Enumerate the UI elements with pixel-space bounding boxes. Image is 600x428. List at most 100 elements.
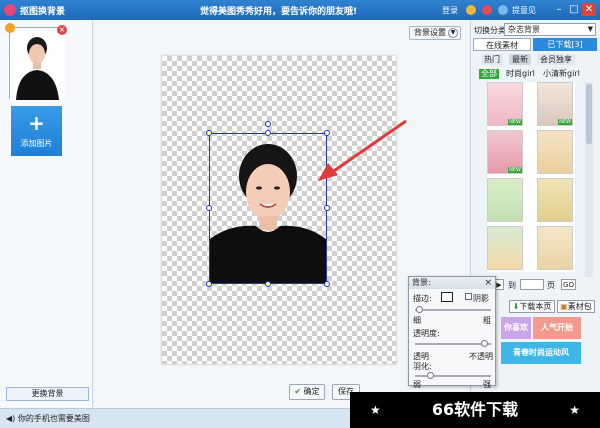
material-pack-button[interactable]: ▣素材包 (557, 300, 595, 313)
minimize-button[interactable]: – (552, 3, 566, 16)
promo-banner-1[interactable]: 你喜欢吧 (501, 317, 531, 354)
material-tile[interactable] (537, 178, 573, 222)
category-value: 杂志背景 (508, 25, 540, 34)
settings-gear-icon[interactable] (482, 5, 492, 15)
shadow-label: 阴影 (473, 294, 489, 303)
page-number-input[interactable] (520, 279, 544, 290)
border-color-swatch[interactable] (441, 292, 453, 302)
resize-handle-left[interactable] (206, 205, 212, 211)
panel-header: 背景: × (409, 277, 495, 289)
status-message-text: 你的手机也需要美图 (17, 414, 90, 423)
background-settings-label: 背景设置 (414, 28, 446, 37)
opacity-knob[interactable] (481, 340, 488, 347)
tab-online-label: 在线素材 (486, 41, 518, 50)
chevron-down-icon: ▼ (587, 25, 593, 33)
thin-label: 细 (413, 316, 421, 325)
tab-downloaded[interactable]: 已下载[3] (533, 38, 597, 51)
filter-fresh-girl[interactable]: 小清新girl (541, 69, 582, 79)
weak-label: 弱 (413, 380, 421, 389)
filter-fashion-girl[interactable]: 时尚girl (504, 69, 537, 79)
close-button[interactable]: ✕ (582, 3, 596, 16)
download-page-button[interactable]: ⬇下载本页 (509, 300, 555, 313)
add-image-button[interactable]: + 添加图片 (11, 106, 62, 156)
material-scrollbar[interactable] (585, 82, 593, 277)
speaker-icon: ◀) (6, 414, 16, 423)
subtab-hot[interactable]: 热门 (481, 54, 503, 65)
tab-online-materials[interactable]: 在线素材 (473, 38, 531, 51)
material-tile[interactable] (487, 226, 523, 270)
rotate-handle[interactable] (265, 121, 271, 127)
replace-background-button[interactable]: 更换背景 (6, 387, 89, 401)
selected-indicator-icon (5, 23, 15, 33)
feather-label: 羽化: (413, 362, 432, 371)
panel-title: 背景: (412, 278, 431, 287)
thick-label: 粗 (483, 316, 491, 325)
promo-banner-2[interactable]: 人气开始 (533, 317, 581, 339)
ok-label: 确定 (303, 387, 320, 396)
go-button[interactable]: GO (561, 279, 576, 290)
opacity-slider[interactable] (415, 343, 491, 345)
feedback-link[interactable]: 提意见 (512, 5, 536, 16)
material-tile[interactable] (537, 226, 573, 270)
promo-banner-3[interactable]: 青春时尚运动风 (501, 342, 581, 364)
remove-image-icon[interactable]: × (57, 25, 67, 35)
app-logo-icon (4, 4, 16, 16)
new-badge: NEW (508, 167, 522, 173)
app-window: 抠图换背景 觉得美图秀秀好用，要告诉你的朋友哦! 登录 提意见 – □ ✕ × … (0, 0, 600, 428)
watermark-banner: ★ 66软件下载 ★ (350, 392, 600, 428)
border-label: 描边: (413, 294, 432, 303)
new-badge: NEW (508, 119, 522, 125)
package-icon: ▣ (560, 302, 568, 311)
scrollbar-thumb[interactable] (586, 84, 592, 144)
portrait-image (210, 144, 326, 283)
star-icon: ★ (370, 403, 381, 417)
material-tile[interactable] (487, 178, 523, 222)
resize-handle-bottom[interactable] (265, 281, 271, 287)
user-icon[interactable] (466, 5, 476, 15)
replace-background-label: 更换背景 (31, 389, 64, 398)
login-link[interactable]: 登录 (442, 5, 458, 16)
material-grid: NEW NEW NEW (487, 82, 575, 272)
category-select[interactable]: 杂志背景 ▼ (504, 23, 596, 36)
material-tile[interactable]: NEW (487, 82, 523, 126)
maximize-button[interactable]: □ (567, 3, 581, 16)
material-tile[interactable]: NEW (487, 130, 523, 174)
ok-button[interactable]: ✔ 确定 (289, 384, 325, 400)
feather-knob[interactable] (427, 372, 434, 379)
subtab-newest[interactable]: 最新 (509, 54, 531, 65)
add-image-label: 添加图片 (20, 139, 53, 148)
cutout-photo[interactable] (209, 133, 327, 284)
image-thumbnail[interactable]: × (5, 23, 67, 100)
border-width-knob[interactable] (416, 306, 423, 313)
category-label: 切换分类 (474, 26, 506, 35)
background-settings-dropdown[interactable]: 背景设置 ▼ (409, 26, 461, 40)
background-settings-panel: 背景: × 描边: 阴影 细 粗 透明度: 透明 不透明 羽化: 弱 强 (408, 276, 496, 389)
resize-handle-top[interactable] (265, 130, 271, 136)
subtab-vip[interactable]: 会员独享 (537, 54, 575, 65)
status-message[interactable]: ◀) 你的手机也需要美图 (6, 413, 90, 424)
tab-downloaded-label: 已下载[3] (547, 40, 583, 49)
plus-icon: + (28, 111, 45, 135)
portrait-thumbnail-image (10, 28, 65, 100)
material-tile[interactable] (537, 130, 573, 174)
page-suffix-label: 页 (547, 281, 555, 290)
resize-handle-right[interactable] (324, 205, 330, 211)
watermark-text: 66软件下载 (431, 400, 519, 419)
shadow-checkbox[interactable] (465, 293, 472, 300)
close-icon[interactable]: × (484, 277, 492, 289)
resize-handle-bottom-right[interactable] (324, 281, 330, 287)
image-list-panel: × + 添加图片 更换背景 (0, 20, 93, 408)
resize-handle-bottom-left[interactable] (206, 281, 212, 287)
new-badge: NEW (558, 119, 572, 125)
page-prefix-label: 到 (508, 281, 516, 290)
border-width-slider[interactable] (415, 309, 491, 311)
material-pack-label: 素材包 (567, 302, 592, 311)
title-bar: 抠图换背景 觉得美图秀秀好用，要告诉你的朋友哦! 登录 提意见 – □ ✕ (0, 0, 600, 20)
filter-all[interactable]: 全部 (479, 69, 499, 79)
checkmark-icon: ✔ (294, 387, 302, 396)
star-icon: ★ (569, 403, 580, 417)
feedback-icon[interactable] (498, 5, 508, 15)
opacity-label: 透明度: (413, 329, 440, 338)
material-tile[interactable]: NEW (537, 82, 573, 126)
resize-handle-top-left[interactable] (206, 130, 212, 136)
